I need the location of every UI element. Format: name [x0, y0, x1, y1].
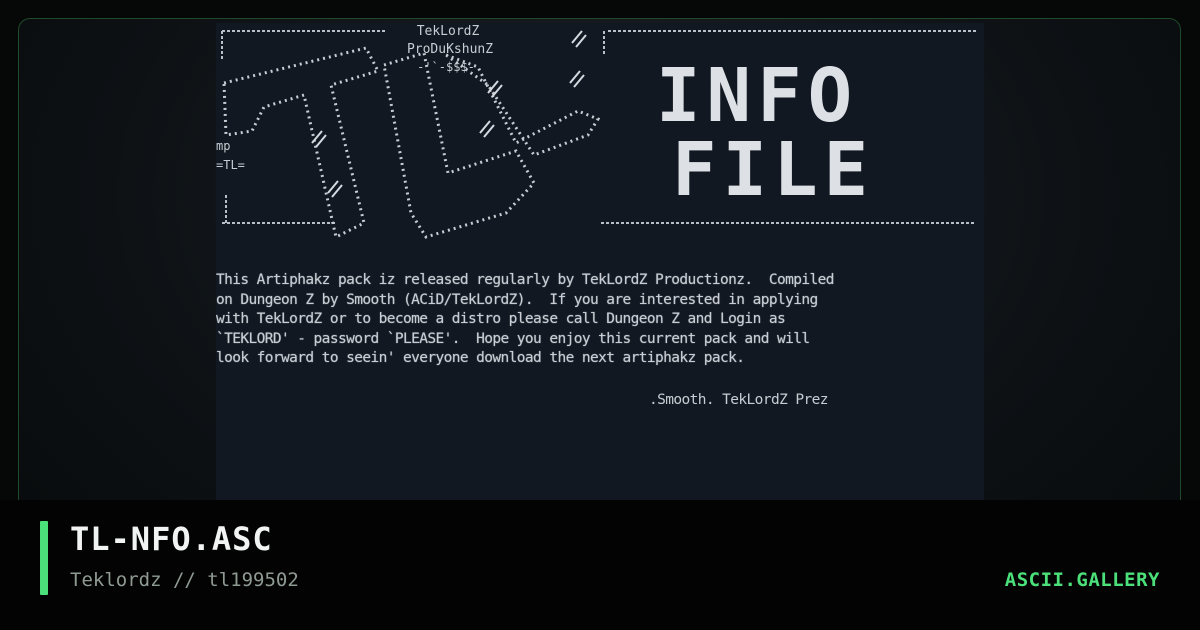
ansi-art-graphic: TekLordZ ProDuKshunZ -'`-$$$- mp =TL= IN…: [216, 24, 976, 240]
info-body-text: This Artiphakz pack iz released regularl…: [216, 271, 984, 369]
signature: .Smooth. TekLordZ Prez: [649, 392, 828, 408]
artist-pack-label[interactable]: Teklordz // tl199502: [70, 569, 299, 591]
info-line: `TEKLORD' - password `PLEASE'. Hope you …: [216, 330, 810, 347]
ansi-artwork-preview[interactable]: TekLordZ ProDuKshunZ -'`-$$$- mp =TL= IN…: [216, 23, 984, 500]
info-line: This Artiphakz pack iz released regularl…: [216, 272, 834, 288]
side-tag-1: mp: [216, 139, 230, 153]
site-brand-link[interactable]: ASCII.GALLERY: [1005, 569, 1160, 591]
logo-caption-3: -'`-$$$-: [417, 60, 475, 74]
tl-logo: [222, 46, 601, 240]
side-tag-2: =TL=: [216, 158, 245, 172]
info-line: on Dungeon Z by Smooth (ACiD/TekLordZ). …: [216, 291, 818, 308]
info-line: with TekLordZ or to become a distro plea…: [216, 311, 786, 327]
heading-file: FILE: [672, 127, 874, 213]
accent-bar: [40, 521, 48, 595]
artwork-title[interactable]: TL-NFO.ASC: [70, 520, 273, 558]
logo-caption-1: TekLordZ: [417, 24, 480, 39]
logo-caption-2: ProDuKshunZ: [407, 42, 493, 57]
info-line: look forward to seein' everyone download…: [216, 350, 745, 366]
